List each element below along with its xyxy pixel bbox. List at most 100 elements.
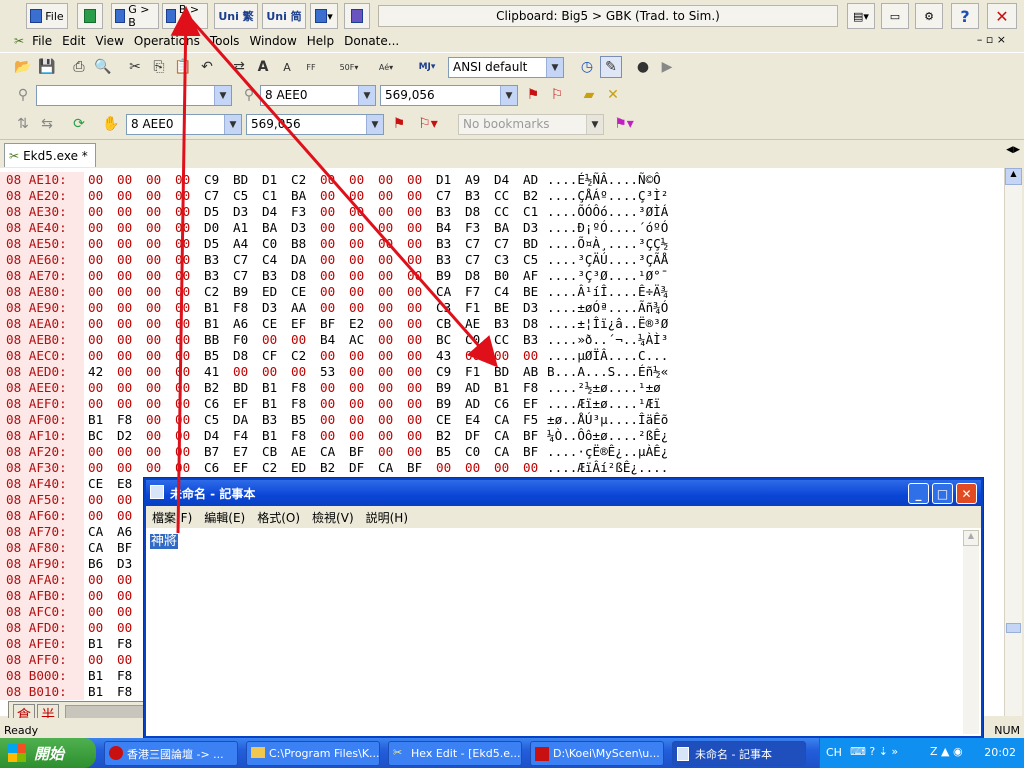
hex-byte[interactable]: 00	[407, 284, 422, 300]
hex-byte[interactable]: 00	[117, 380, 132, 396]
hex-byte[interactable]: 00	[88, 220, 103, 236]
hex-byte[interactable]: DF	[349, 460, 364, 476]
hex-byte[interactable]: 00	[378, 188, 393, 204]
hex-byte[interactable]: 00	[320, 236, 335, 252]
hex-byte[interactable]: 00	[349, 364, 364, 380]
print-icon[interactable]: ⎙	[68, 56, 90, 78]
hex-byte[interactable]: 00	[378, 332, 393, 348]
bookmark-add-icon[interactable]: ⚑	[388, 113, 410, 135]
hex-byte[interactable]: CC	[494, 204, 509, 220]
hex-byte[interactable]: C7	[233, 252, 248, 268]
hex-byte[interactable]: 00	[349, 220, 364, 236]
hex-byte[interactable]: AE	[291, 444, 306, 460]
hex-byte[interactable]: 00	[117, 652, 132, 668]
hex-byte[interactable]: C7	[494, 236, 509, 252]
hex-row[interactable]: 08 AE40: 00 00 00 00 D0 A1 BA D3 00 00 00 00 B4 F3 BA D3…	[0, 220, 1004, 236]
hex-byte[interactable]: 00	[349, 252, 364, 268]
hex-byte[interactable]: 00	[407, 444, 422, 460]
hex-byte[interactable]: 00	[349, 300, 364, 316]
jump-icon[interactable]: ✋	[100, 113, 122, 135]
hex-byte[interactable]: 00	[320, 380, 335, 396]
unicode-traditional-button[interactable]: Uni 繁	[214, 3, 258, 29]
hex-scrollbar[interactable]: ▲	[1004, 168, 1022, 716]
hex-byte[interactable]: D8	[523, 316, 538, 332]
ascii-text[interactable]: ....Â¹íÎ....Ê÷Ä¾	[547, 284, 668, 300]
hex-byte[interactable]: F5	[523, 412, 538, 428]
hex-byte[interactable]: 00	[349, 236, 364, 252]
notepad-scrollbar[interactable]: ▲	[963, 530, 979, 734]
hex-byte[interactable]: 00	[146, 204, 161, 220]
hex-byte[interactable]: 00	[88, 300, 103, 316]
hex-byte[interactable]: BC	[436, 332, 451, 348]
hex-byte[interactable]: B3	[436, 236, 451, 252]
hex-byte[interactable]: C2	[262, 460, 277, 476]
hex-byte[interactable]: CE	[88, 476, 103, 492]
hex-byte[interactable]: B3	[436, 252, 451, 268]
hex-byte[interactable]: 00	[117, 268, 132, 284]
hex-byte[interactable]: BD	[523, 236, 538, 252]
hex-row[interactable]: 08 AF00: B1 F8 00 00 C5 DA B3 B5 00 00 00 00 CE E4 CA F5…	[0, 412, 1004, 428]
hex-byte[interactable]: 00	[175, 252, 190, 268]
hex-byte[interactable]: 00	[320, 204, 335, 220]
hex-row[interactable]: 08 AEB0: 00 00 00 00 BB F0 00 00 B4 AC 00 00 BC C0 CC B3…	[0, 332, 1004, 348]
hex-row[interactable]: 08 AEF0: 00 00 00 00 C6 EF B1 F8 00 00 00 00 B9 AD C6 EF…	[0, 396, 1004, 412]
hex-byte[interactable]: 00	[117, 444, 132, 460]
hex-byte[interactable]: 00	[378, 236, 393, 252]
hex-byte[interactable]: 00	[407, 348, 422, 364]
hex-row[interactable]: 08 AF30: 00 00 00 00 C6 EF C2 ED B2 DF CA BF 00 00 00 00…	[0, 460, 1004, 476]
unicode-simplified-button[interactable]: Uni 简	[262, 3, 306, 29]
hex-byte[interactable]: B3	[523, 332, 538, 348]
hex-byte[interactable]: 00	[88, 396, 103, 412]
hex-byte[interactable]: F8	[117, 684, 132, 700]
hex-row[interactable]: 08 AE10: 00 00 00 00 C9 BD D1 C2 00 00 00 00 D1 A9 D4 AD…	[0, 172, 1004, 188]
ascii-text[interactable]: B...A...S...Éñ½«	[547, 364, 668, 380]
hex-byte[interactable]: 00	[117, 300, 132, 316]
hex-byte[interactable]: C9	[204, 172, 219, 188]
open-icon[interactable]: 📂	[12, 56, 34, 78]
hex-byte[interactable]: C7	[465, 252, 480, 268]
hex-byte[interactable]: DA	[291, 252, 306, 268]
hex-byte[interactable]: 00	[349, 396, 364, 412]
hex-byte[interactable]: 00	[88, 268, 103, 284]
settings-icon-button[interactable]: ⚙	[915, 3, 943, 29]
hex-row[interactable]: 08 AE20: 00 00 00 00 C7 C5 C1 BA 00 00 00 00 C7 B3 CC B2…	[0, 188, 1004, 204]
hex-byte[interactable]: C9	[436, 364, 451, 380]
hex-byte[interactable]: 53	[320, 364, 335, 380]
language-indicator[interactable]: CH	[826, 746, 842, 759]
start-button[interactable]: 開始	[0, 738, 96, 768]
hex-byte[interactable]: 00	[146, 284, 161, 300]
hex-byte[interactable]: 00	[378, 396, 393, 412]
hex-byte[interactable]: 00	[117, 396, 132, 412]
hex-byte[interactable]: 00	[291, 332, 306, 348]
hex-byte[interactable]: BF	[407, 460, 422, 476]
big5-to-gbk-button[interactable]: B > G	[162, 3, 208, 29]
ascii-text[interactable]: ....É½ÑÂ....Ñ©Ô­	[547, 172, 661, 188]
hex-byte[interactable]: B3	[436, 204, 451, 220]
hex-byte[interactable]: BF	[117, 540, 132, 556]
hex-byte[interactable]: 00	[146, 444, 161, 460]
hex-byte[interactable]: 00	[117, 604, 132, 620]
hex-byte[interactable]: 00	[175, 380, 190, 396]
hex-byte[interactable]: C4	[262, 252, 277, 268]
hex-byte[interactable]: 00	[117, 188, 132, 204]
hex-byte[interactable]: 00	[320, 300, 335, 316]
hex-byte[interactable]: 00	[378, 204, 393, 220]
ascii-text[interactable]: ....ÇÅÁº....Ç³Ì²	[547, 188, 668, 204]
hex-byte[interactable]: CE	[262, 316, 277, 332]
hex-byte[interactable]: B5	[204, 348, 219, 364]
hex-byte[interactable]: B3	[494, 316, 509, 332]
hex-byte[interactable]: 00	[88, 508, 103, 524]
hex-row[interactable]: 08 AEC0: 00 00 00 00 B5 D8 CF C2 00 00 00 00 43 00 00 00…	[0, 348, 1004, 364]
hex-byte[interactable]: D2	[117, 428, 132, 444]
font-larger-icon[interactable]: A	[252, 56, 274, 78]
hex-byte[interactable]: B5	[436, 444, 451, 460]
hex-byte[interactable]: 00	[349, 268, 364, 284]
hex-byte[interactable]: C5	[233, 188, 248, 204]
hex-byte[interactable]: C2	[204, 284, 219, 300]
hex-byte[interactable]: B2	[320, 460, 335, 476]
hex-byte[interactable]: A1	[233, 220, 248, 236]
hex-byte[interactable]: D5	[204, 236, 219, 252]
ascii-text[interactable]: ....±øÓª....Ãñ¾Ó	[547, 300, 668, 316]
minimize-button[interactable]: _	[908, 483, 929, 504]
hex-byte[interactable]: 00	[494, 460, 509, 476]
